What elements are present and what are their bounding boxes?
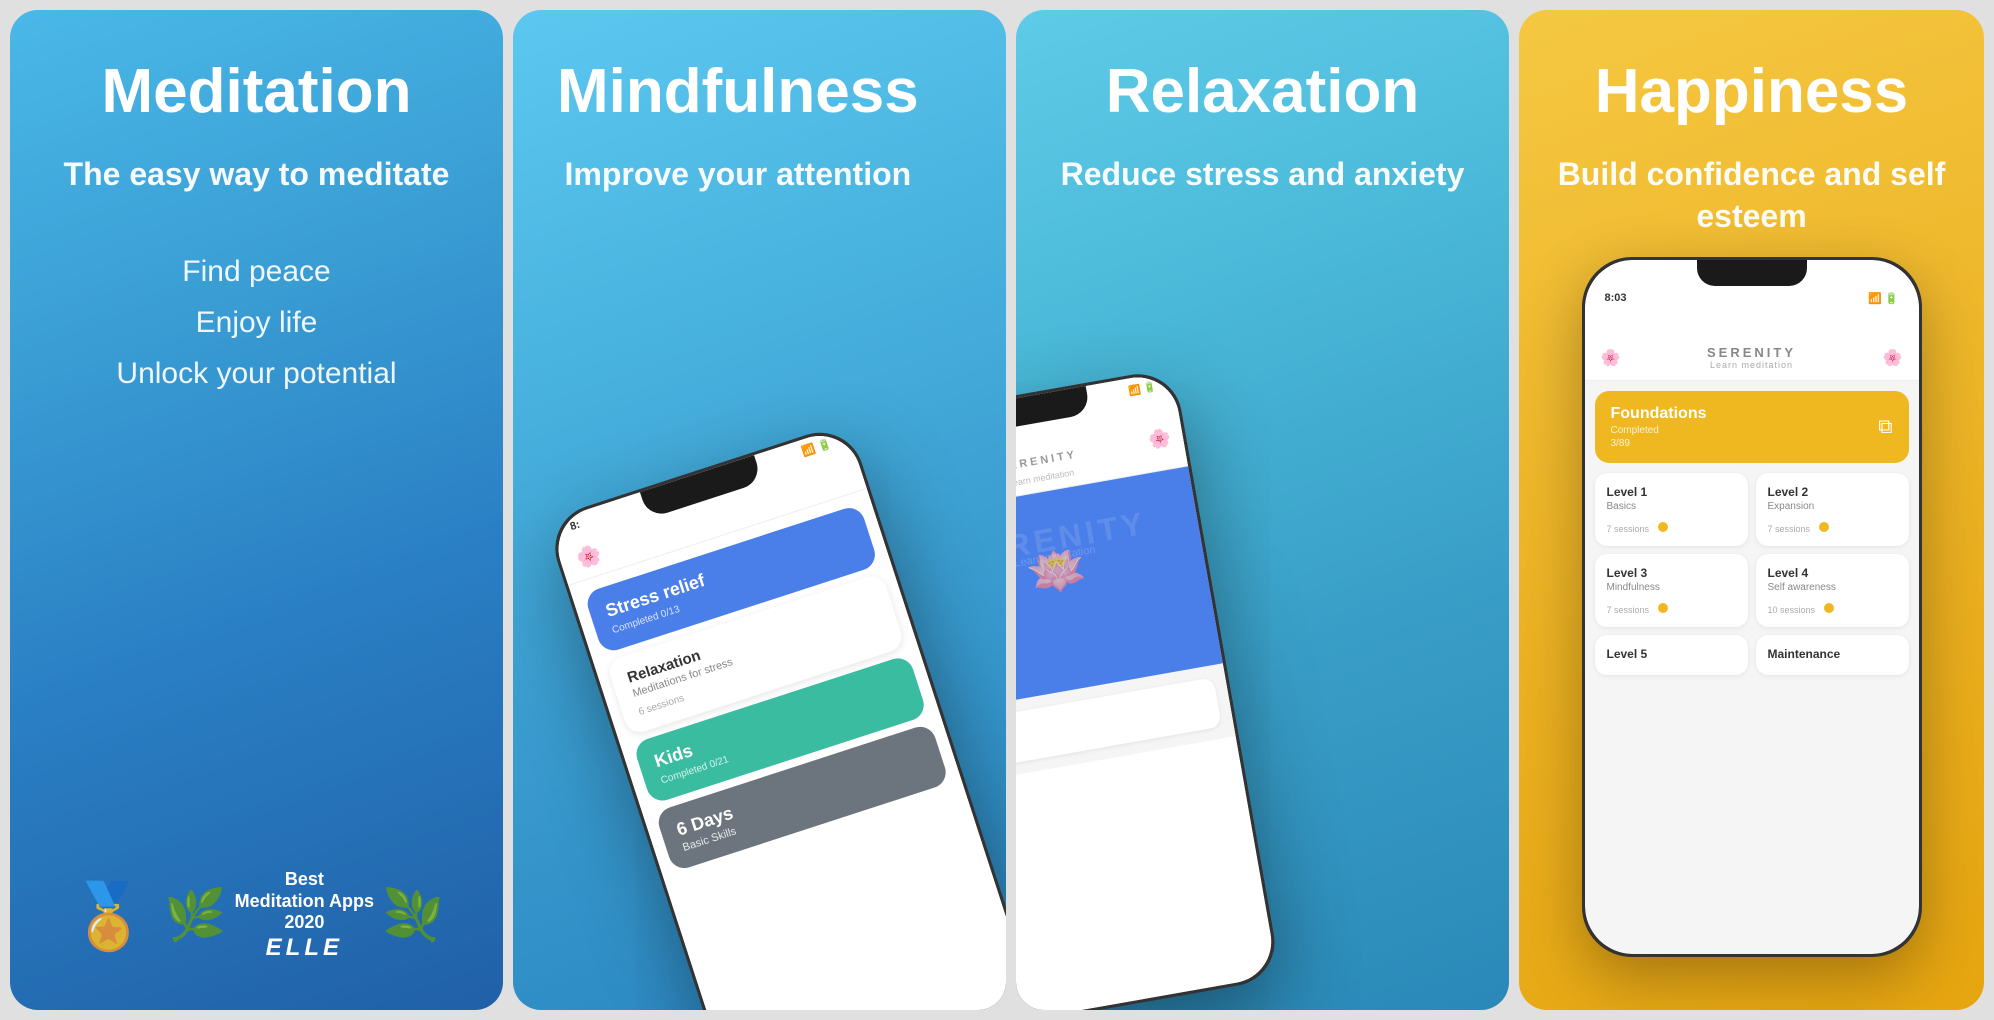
level-card-maintenance: Maintenance <box>1756 635 1909 675</box>
list-item-peace: Find peace <box>54 252 459 291</box>
happiness-title: Happiness <box>1549 58 1954 126</box>
happiness-logo-left-icon: 🌸 <box>1601 348 1621 368</box>
award-badge: 🏅 🌿 Best Meditation Apps 2020 ELLE 🌿 <box>54 829 459 962</box>
relaxation-subtitle: Reduce stress and anxiety <box>1060 154 1465 196</box>
level2-subtitle: Expansion <box>1768 501 1897 512</box>
phone-screen: 8: 📶 🔋 🌸 Stress relief Completed 0/13 Re… <box>548 425 1006 1010</box>
foundations-card: Foundations Completed 3/89 ⧉ <box>1595 391 1909 463</box>
happiness-serenity-tagline: Learn meditation <box>1620 360 1882 370</box>
mindfulness-header: Mindfulness Improve your attention <box>557 58 919 196</box>
happiness-serenity-logo: SERENITY Learn meditation <box>1620 345 1882 370</box>
happiness-status-icons: 📶 🔋 <box>1868 292 1898 305</box>
level1-sessions: 7 sessions <box>1607 522 1736 534</box>
meditation-subtitle: The easy way to meditate <box>54 154 459 196</box>
mindfulness-subtitle: Improve your attention <box>557 154 919 196</box>
happiness-app-header: 🌸 SERENITY Learn meditation 🌸 <box>1585 309 1919 381</box>
happiness-subtitle: Build confidence and self esteem <box>1549 154 1954 237</box>
phone-mockup-relaxation: 📶 🔋 🌸 SERENITY 🌸 Learn meditation SERENI… <box>1016 367 1281 1010</box>
level1-progress-dot <box>1658 522 1668 532</box>
list-item-enjoy: Enjoy life <box>54 303 459 342</box>
level1-title: Level 1 <box>1607 485 1736 499</box>
level5-title: Level 5 <box>1607 647 1736 661</box>
phone-mockup-happiness: 8:03 📶 🔋 🌸 SERENITY Learn meditation 🌸 F… <box>1549 257 1954 962</box>
foundations-info: Foundations Completed 3/89 <box>1611 405 1707 449</box>
meditation-list: Find peace Enjoy life Unlock your potent… <box>54 252 459 393</box>
level-card-2: Level 2 Expansion 7 sessions <box>1756 473 1909 546</box>
level2-sessions: 7 sessions <box>1768 522 1897 534</box>
phone-mockup-mindfulness: 8: 📶 🔋 🌸 Stress relief Completed 0/13 Re… <box>544 421 1006 1010</box>
mindfulness-title: Mindfulness <box>557 58 919 126</box>
award-line2: Meditation Apps <box>235 891 374 913</box>
app-logo-icon: 🌸 <box>573 541 604 572</box>
foundations-progress: 3/89 <box>1611 438 1707 449</box>
laurel-branch-right-icon: 🌿 <box>382 886 444 945</box>
relaxation-title: Relaxation <box>1060 58 1465 126</box>
award-text: Best Meditation Apps 2020 ELLE <box>235 869 374 962</box>
award-line1: Best <box>235 869 374 891</box>
level3-progress-dot <box>1658 603 1668 613</box>
status-time: 8: <box>569 519 582 534</box>
level-card-5: Level 5 <box>1595 635 1748 675</box>
panel3-icons: 📶 🔋 <box>1128 382 1157 398</box>
list-item-potential: Unlock your potential <box>54 354 459 393</box>
level4-progress-dot <box>1824 603 1834 613</box>
stack-layers-icon: ⧉ <box>1878 416 1892 439</box>
meditation-title: Meditation <box>54 58 459 126</box>
level4-subtitle: Self awareness <box>1768 582 1897 593</box>
level-card-1: Level 1 Basics 7 sessions <box>1595 473 1748 546</box>
award-publisher: ELLE <box>235 934 374 962</box>
panel3-screen: 📶 🔋 🌸 SERENITY 🌸 Learn meditation SERENI… <box>1016 371 1278 1010</box>
level4-title: Level 4 <box>1768 566 1897 580</box>
happiness-time: 8:03 <box>1605 292 1627 305</box>
level2-progress-dot <box>1819 522 1829 532</box>
happiness-logo-right-icon: 🌸 <box>1883 348 1903 368</box>
level3-title: Level 3 <box>1607 566 1736 580</box>
phone-device: 8: 📶 🔋 🌸 Stress relief Completed 0/13 Re… <box>544 421 1006 1010</box>
level3-sessions: 7 sessions <box>1607 603 1736 615</box>
panel-happiness: Happiness Build confidence and self este… <box>1519 10 1984 1010</box>
level4-sessions: 10 sessions <box>1768 603 1897 615</box>
panel-relaxation: Relaxation Reduce stress and anxiety 📶 🔋… <box>1016 10 1509 1010</box>
status-icons: 📶 🔋 <box>800 437 833 459</box>
levels-grid: Level 1 Basics 7 sessions Level 2 Expans… <box>1585 473 1919 675</box>
foundations-completed: Completed <box>1611 425 1707 436</box>
maintenance-title: Maintenance <box>1768 647 1897 661</box>
level-card-4: Level 4 Self awareness 10 sessions <box>1756 554 1909 627</box>
level3-subtitle: Mindfulness <box>1607 582 1736 593</box>
happiness-notch <box>1697 260 1807 286</box>
laurel-branch-left-icon: 🌿 <box>164 886 226 945</box>
level1-subtitle: Basics <box>1607 501 1736 512</box>
panel-meditation: Meditation The easy way to meditate Find… <box>10 10 503 1010</box>
panel3-device: 📶 🔋 🌸 SERENITY 🌸 Learn meditation SERENI… <box>1016 367 1281 1010</box>
level2-title: Level 2 <box>1768 485 1897 499</box>
level-card-3: Level 3 Mindfulness 7 sessions <box>1595 554 1748 627</box>
award-year: 2020 <box>235 912 374 934</box>
happiness-device: 8:03 📶 🔋 🌸 SERENITY Learn meditation 🌸 F… <box>1582 257 1922 957</box>
panel-mindfulness: Mindfulness Improve your attention 8: 📶 … <box>513 10 1006 1010</box>
happiness-serenity-name: SERENITY <box>1620 345 1882 360</box>
panel3-logo-right-icon: 🌸 <box>1147 427 1173 452</box>
happiness-screen: 8:03 📶 🔋 🌸 SERENITY Learn meditation 🌸 F… <box>1585 260 1919 954</box>
laurel-left-icon: 🏅 <box>69 884 149 948</box>
foundations-title: Foundations <box>1611 405 1707 423</box>
